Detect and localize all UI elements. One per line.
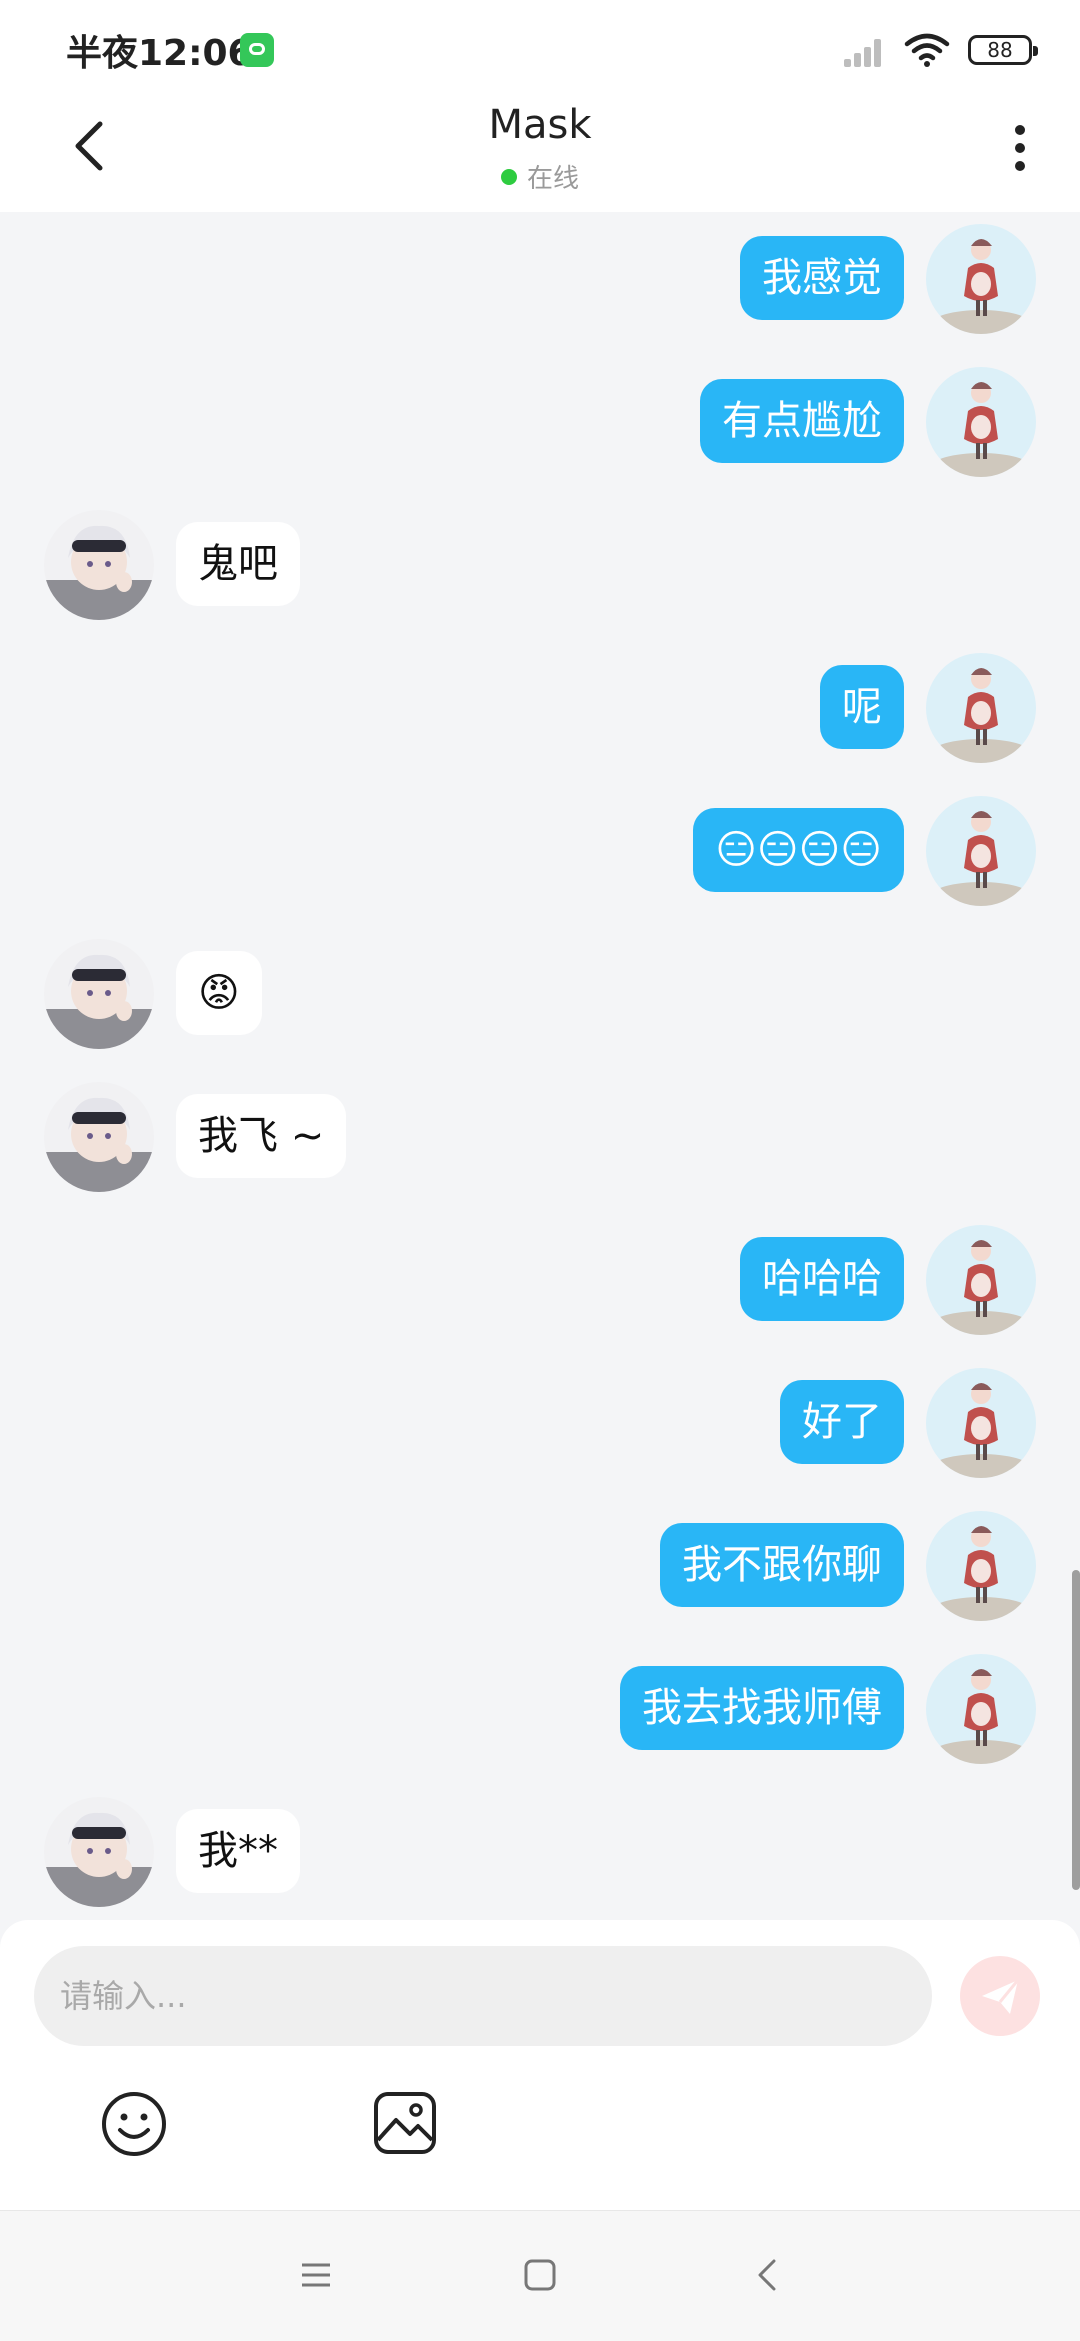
nav-back-icon[interactable]: [748, 2255, 788, 2295]
contact-avatar[interactable]: [44, 939, 154, 1049]
avatar-image: [931, 239, 1031, 334]
self-avatar[interactable]: [926, 1368, 1036, 1478]
contact-avatar[interactable]: [44, 1797, 154, 1907]
self-avatar[interactable]: [926, 224, 1036, 334]
self-avatar[interactable]: [926, 1654, 1036, 1764]
message-bubble[interactable]: 😑😑😑😑: [693, 808, 904, 892]
self-avatar[interactable]: [926, 796, 1036, 906]
message-row-incoming: 😡: [0, 939, 1080, 1051]
send-button[interactable]: [960, 1956, 1040, 2036]
avatar-image: [44, 1812, 154, 1907]
message-row-outgoing: 呢: [0, 653, 1080, 765]
message-row-outgoing: 😑😑😑😑: [0, 796, 1080, 908]
emoji-icon[interactable]: [100, 2090, 168, 2158]
home-square-icon[interactable]: [520, 2255, 560, 2295]
status-icons: 88: [844, 28, 1038, 72]
message-bubble[interactable]: 好了: [780, 1380, 904, 1464]
scrollbar[interactable]: [1072, 1570, 1080, 1890]
avatar-image: [931, 382, 1031, 477]
online-dot-icon: [500, 168, 517, 185]
message-row-outgoing: 我感觉: [0, 224, 1080, 336]
chat-header: Mask 在线: [0, 96, 1080, 212]
message-row-outgoing: 我去找我师傅: [0, 1654, 1080, 1766]
self-avatar[interactable]: [926, 1511, 1036, 1621]
avatar-image: [44, 525, 154, 620]
self-avatar[interactable]: [926, 1225, 1036, 1335]
message-row-outgoing: 有点尴尬: [0, 367, 1080, 479]
avatar-image: [44, 954, 154, 1049]
online-status-label: 在线: [526, 164, 579, 194]
online-status: 在线: [0, 158, 1080, 195]
message-row-incoming: 我飞 ~: [0, 1082, 1080, 1194]
avatar-image: [44, 1097, 154, 1192]
message-row-incoming: 我**: [0, 1797, 1080, 1909]
message-bubble[interactable]: 呢: [820, 665, 904, 749]
self-avatar[interactable]: [926, 367, 1036, 477]
message-bubble[interactable]: 我感觉: [740, 236, 904, 320]
more-vertical-icon[interactable]: [1000, 118, 1040, 178]
message-list[interactable]: 我感觉有点尴尬鬼吧呢 😑😑😑😑 😡 我飞 ~ 哈哈哈好了我不跟你聊我去找我师傅我**: [0, 212, 1080, 1920]
message-row-outgoing: 我不跟你聊: [0, 1511, 1080, 1623]
avatar-image: [931, 668, 1031, 763]
avatar-image: [931, 811, 1031, 906]
avatar-image: [931, 1383, 1031, 1478]
message-row-outgoing: 哈哈哈: [0, 1225, 1080, 1337]
message-bubble[interactable]: 我去找我师傅: [620, 1666, 904, 1750]
avatar-image: [931, 1669, 1031, 1764]
message-bubble[interactable]: 我**: [176, 1809, 300, 1893]
contact-avatar[interactable]: [44, 1082, 154, 1192]
status-time: 半夜12:06: [66, 33, 253, 74]
message-bubble[interactable]: 我不跟你聊: [660, 1523, 904, 1607]
signal-icon: [844, 33, 886, 67]
message-bubble[interactable]: 鬼吧: [176, 522, 300, 606]
app-notification-icon: [240, 33, 274, 67]
contact-avatar[interactable]: [44, 510, 154, 620]
message-bubble[interactable]: 哈哈哈: [740, 1237, 904, 1321]
message-row-incoming: 鬼吧: [0, 510, 1080, 622]
image-icon[interactable]: [372, 2090, 438, 2156]
message-input[interactable]: 请输入...: [34, 1946, 932, 2046]
avatar-image: [931, 1240, 1031, 1335]
avatar-image: [931, 1526, 1031, 1621]
status-bar: 半夜12:06 88: [0, 0, 1080, 96]
contact-name: Mask: [488, 102, 592, 148]
message-bubble[interactable]: 有点尴尬: [700, 379, 904, 463]
message-row-outgoing: 好了: [0, 1368, 1080, 1480]
battery-indicator: 88: [968, 35, 1038, 65]
self-avatar[interactable]: [926, 653, 1036, 763]
input-panel: 请输入...: [0, 1920, 1080, 2210]
menu-icon[interactable]: [296, 2255, 336, 2295]
wifi-icon: [904, 33, 950, 67]
send-icon: [982, 1979, 1020, 2014]
message-bubble[interactable]: 我飞 ~: [176, 1094, 347, 1178]
system-nav-bar: [0, 2210, 1080, 2341]
message-bubble[interactable]: 😡: [176, 951, 262, 1035]
